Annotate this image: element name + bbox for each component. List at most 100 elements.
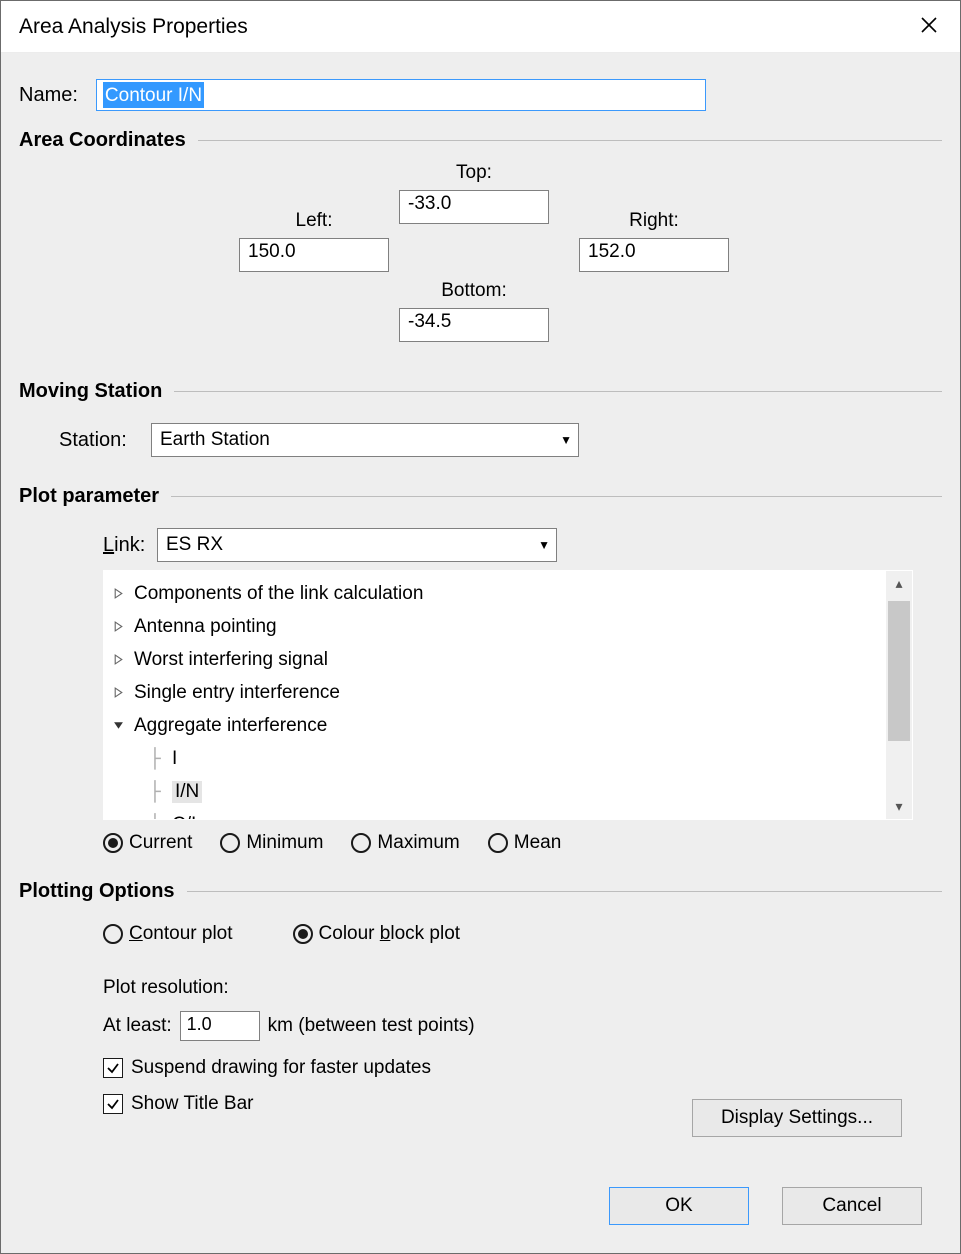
radio-icon	[488, 833, 508, 853]
radio-icon	[220, 833, 240, 853]
radio-icon	[293, 924, 313, 944]
right-input[interactable]: 152.0	[579, 238, 729, 272]
tree-child-label: C/I	[172, 814, 196, 821]
expand-icon[interactable]	[110, 687, 126, 698]
collapse-icon[interactable]	[110, 720, 126, 731]
radio-colour-block-plot[interactable]: Colour block plot	[293, 923, 461, 945]
tree-item-label: Aggregate interference	[134, 715, 327, 737]
radio-label: Minimum	[246, 832, 323, 854]
dialog-title: Area Analysis Properties	[19, 15, 248, 39]
section-plotting-options-label: Plotting Options	[19, 880, 175, 903]
scroll-up-icon[interactable]: ▴	[895, 571, 902, 596]
tree-item-label: Components of the link calculation	[134, 583, 423, 605]
scroll-down-icon[interactable]: ▾	[895, 794, 902, 819]
tree-item-label: Worst interfering signal	[134, 649, 328, 671]
stat-radio-group: Current Minimum Maximum Mean	[103, 832, 942, 854]
left-label: Left:	[239, 210, 389, 232]
divider	[198, 140, 942, 141]
bottom-label: Bottom:	[399, 280, 549, 302]
radio-maximum[interactable]: Maximum	[351, 832, 459, 854]
dialog-body: Name: Contour I/N Area Coordinates Top: …	[1, 53, 960, 1135]
left-input[interactable]: 150.0	[239, 238, 389, 272]
radio-label: Maximum	[377, 832, 459, 854]
name-input[interactable]: Contour I/N	[96, 79, 706, 111]
radio-label: Current	[129, 832, 192, 854]
radio-current[interactable]: Current	[103, 832, 192, 854]
radio-icon	[103, 833, 123, 853]
resolution-value: 1.0	[187, 1014, 212, 1034]
top-value: -33.0	[408, 193, 451, 214]
button-label: Display Settings...	[721, 1107, 873, 1129]
tree-item[interactable]: Antenna pointing	[108, 610, 872, 643]
tree-item-label: Antenna pointing	[134, 616, 277, 638]
tree-item-expanded[interactable]: Aggregate interference	[108, 709, 872, 742]
link-label: Link:	[103, 534, 157, 557]
chevron-down-icon: ▼	[538, 538, 550, 552]
divider	[187, 891, 942, 892]
bottom-input[interactable]: -34.5	[399, 308, 549, 342]
station-select[interactable]: Earth Station ▼	[151, 423, 579, 457]
right-value: 152.0	[588, 241, 636, 262]
section-area-coordinates: Area Coordinates	[19, 129, 942, 152]
left-value: 150.0	[248, 241, 296, 262]
atleast-label: At least:	[103, 1015, 172, 1037]
checkbox-suspend[interactable]	[103, 1058, 123, 1078]
resolution-unit-label: km (between test points)	[268, 1015, 475, 1037]
section-moving-station-label: Moving Station	[19, 380, 162, 403]
section-area-coordinates-label: Area Coordinates	[19, 129, 186, 152]
radio-contour-plot[interactable]: Contour plot	[103, 923, 233, 945]
link-value: ES RX	[166, 534, 223, 556]
name-value: Contour I/N	[103, 82, 204, 108]
plot-resolution-label: Plot resolution:	[103, 977, 942, 999]
section-plot-parameter: Plot parameter	[19, 485, 942, 508]
divider	[171, 496, 942, 497]
expand-icon[interactable]	[110, 621, 126, 632]
tree-branch-icon: ├	[142, 814, 168, 821]
display-settings-button[interactable]: Display Settings...	[692, 1099, 902, 1137]
check-suspend-row: Suspend drawing for faster updates	[103, 1057, 942, 1079]
parameter-tree[interactable]: Components of the link calculation Anten…	[103, 570, 913, 820]
button-label: OK	[665, 1195, 692, 1217]
expand-icon[interactable]	[110, 588, 126, 599]
tree-item[interactable]: Worst interfering signal	[108, 643, 872, 676]
cancel-button[interactable]: Cancel	[782, 1187, 922, 1225]
top-input[interactable]: -33.0	[399, 190, 549, 224]
bottom-value: -34.5	[408, 311, 451, 332]
chevron-down-icon: ▼	[560, 433, 572, 447]
plot-type-radio-group: Contour plot Colour block plot	[103, 923, 942, 945]
titlebar: Area Analysis Properties	[1, 1, 960, 53]
section-moving-station: Moving Station	[19, 380, 942, 403]
radio-label: Colour block plot	[319, 923, 461, 945]
resolution-input[interactable]: 1.0	[180, 1011, 260, 1041]
close-icon[interactable]	[916, 12, 942, 42]
dialog-window: Area Analysis Properties Name: Contour I…	[0, 0, 961, 1254]
station-label: Station:	[59, 429, 151, 452]
ok-button[interactable]: OK	[609, 1187, 749, 1225]
radio-label: Contour plot	[129, 923, 233, 945]
tree-child-selected[interactable]: ├ I/N	[108, 775, 872, 808]
plotting-options-group: Contour plot Colour block plot Plot reso…	[103, 923, 942, 1115]
radio-icon	[103, 924, 123, 944]
tree-item-label: Single entry interference	[134, 682, 340, 704]
checkbox-label: Show Title Bar	[131, 1093, 254, 1115]
radio-minimum[interactable]: Minimum	[220, 832, 323, 854]
section-plot-parameter-label: Plot parameter	[19, 485, 159, 508]
tree-branch-icon: ├	[142, 748, 168, 770]
radio-label: Mean	[514, 832, 562, 854]
tree-branch-icon: ├	[142, 781, 168, 803]
scrollbar[interactable]: ▴ ▾	[886, 571, 912, 819]
checkbox-label: Suspend drawing for faster updates	[131, 1057, 431, 1079]
station-value: Earth Station	[160, 429, 270, 451]
top-label: Top:	[399, 162, 549, 184]
link-select[interactable]: ES RX ▼	[157, 528, 557, 562]
tree-item[interactable]: Single entry interference	[108, 676, 872, 709]
radio-mean[interactable]: Mean	[488, 832, 562, 854]
tree-child[interactable]: ├ I	[108, 742, 872, 775]
tree-item[interactable]: Components of the link calculation	[108, 577, 872, 610]
tree-child[interactable]: ├ C/I	[108, 808, 872, 820]
scroll-thumb[interactable]	[888, 601, 910, 741]
expand-icon[interactable]	[110, 654, 126, 665]
name-label: Name:	[19, 84, 78, 107]
checkbox-show-title[interactable]	[103, 1094, 123, 1114]
right-label: Right:	[579, 210, 729, 232]
